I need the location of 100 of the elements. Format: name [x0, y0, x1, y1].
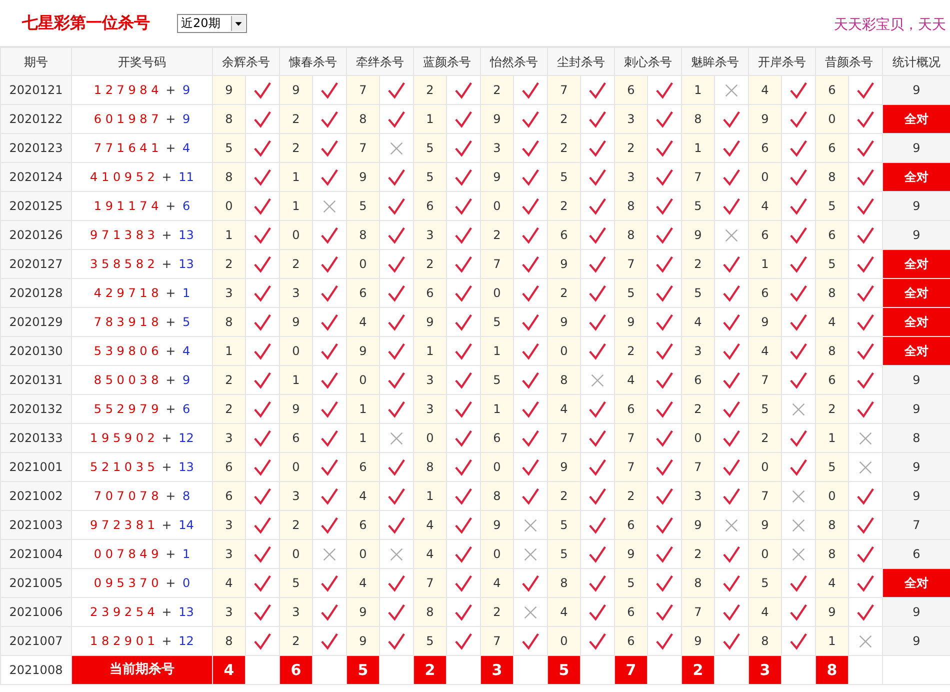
table-cell: 4: [682, 308, 714, 336]
table-cell: 3: [280, 482, 312, 510]
table-cell: 2: [212, 250, 246, 278]
column-header: 余辉杀号: [212, 48, 280, 76]
table-cell: 7: [480, 626, 514, 656]
table-cell: 7: [682, 162, 714, 192]
table-cell: 1: [480, 394, 514, 424]
table-cell: 8: [212, 104, 246, 134]
current-kill-number: 6: [280, 656, 312, 684]
table-cell: 9: [280, 394, 312, 424]
table-cell: 2021002: [0, 482, 72, 510]
table-cell: 8: [548, 366, 580, 394]
table-cell: 6: [614, 510, 648, 540]
table-cell: 9: [882, 482, 950, 510]
column-header: 开奖号码: [72, 48, 212, 76]
table-cell: 5: [346, 192, 380, 220]
all-correct-badge: 全对: [882, 308, 950, 336]
table-cell: 2: [682, 250, 714, 278]
table-cell: 9: [682, 220, 714, 250]
table-cell: 2: [414, 76, 446, 104]
current-kill-number: 5: [346, 656, 380, 684]
current-kill-number: 3: [748, 656, 782, 684]
table-cell: 7: [614, 424, 648, 452]
table-cell: 9: [748, 104, 782, 134]
table-cell: 8: [682, 104, 714, 134]
table-cell: 0: [346, 540, 380, 568]
table-cell: 8: [682, 568, 714, 598]
table-cell: 5: [414, 134, 446, 162]
current-kill-number: 7: [614, 656, 648, 684]
table-cell: 5: [682, 192, 714, 220]
table-cell: 2: [212, 394, 246, 424]
table-cell: 2: [480, 598, 514, 626]
draw-numbers: 5 5 2 9 7 9 + 6: [72, 394, 212, 424]
table-cell: 2020125: [0, 192, 72, 220]
page-title: 七星彩第一位杀号: [22, 12, 151, 34]
draw-numbers: 6 0 1 9 8 7 + 9: [72, 104, 212, 134]
current-kill-number: 5: [548, 656, 580, 684]
table-cell: 5: [480, 366, 514, 394]
table-cell: 8: [548, 568, 580, 598]
draw-numbers: 4 2 9 7 1 8 + 1: [72, 278, 212, 308]
all-correct-badge: 全对: [882, 336, 950, 366]
table-cell: 2: [614, 482, 648, 510]
table-cell: 2: [548, 482, 580, 510]
table-cell: 4: [212, 568, 246, 598]
table-cell: 2021007: [0, 626, 72, 656]
table-cell: 2020129: [0, 308, 72, 336]
table-cell: 9: [548, 452, 580, 482]
current-kill-label: 当前期杀号: [72, 656, 212, 684]
table-cell: 5: [614, 568, 648, 598]
table-cell: 1: [682, 76, 714, 104]
table-cell: 1: [816, 424, 848, 452]
table-cell: 9: [548, 250, 580, 278]
table-cell: 6: [212, 482, 246, 510]
table-cell: 2: [682, 540, 714, 568]
table-cell: 2: [280, 626, 312, 656]
table-cell: 2: [280, 250, 312, 278]
table-cell: 2: [414, 250, 446, 278]
column-header: 慷春杀号: [280, 48, 346, 76]
table-cell: 9: [346, 336, 380, 366]
table-cell: 9: [614, 540, 648, 568]
table-cell: 8: [816, 278, 848, 308]
table-cell: 4: [548, 394, 580, 424]
table-cell: 6: [748, 220, 782, 250]
table-cell: 6: [480, 424, 514, 452]
table-cell: 2020128: [0, 278, 72, 308]
table-cell: 2: [548, 278, 580, 308]
draw-numbers: 1 2 7 9 8 4 + 9: [72, 76, 212, 104]
table-cell: 0: [212, 192, 246, 220]
table-cell: 8: [816, 162, 848, 192]
table-cell: 2020121: [0, 76, 72, 104]
table-cell: 8: [414, 452, 446, 482]
table-cell: 5: [280, 568, 312, 598]
current-kill-number: 2: [682, 656, 714, 684]
table-cell: 8: [480, 482, 514, 510]
current-kill-number: 3: [480, 656, 514, 684]
all-correct-badge: 全对: [882, 278, 950, 308]
table-cell: 5: [682, 278, 714, 308]
table-cell: 8: [212, 626, 246, 656]
table-cell: 2021008: [0, 656, 72, 684]
table-cell: 1: [414, 336, 446, 366]
table-cell: 1: [748, 250, 782, 278]
table-cell: 5: [748, 394, 782, 424]
table-cell: 1: [816, 626, 848, 656]
table-cell: 8: [212, 308, 246, 336]
table-cell: 4: [414, 540, 446, 568]
table-cell: 2020124: [0, 162, 72, 192]
table-cell: 3: [414, 366, 446, 394]
table-cell: 2020130: [0, 336, 72, 366]
table-cell: 9: [480, 510, 514, 540]
table-cell: 0: [280, 452, 312, 482]
table-cell: 6: [748, 134, 782, 162]
table-cell: 6: [882, 540, 950, 568]
period-select[interactable]: 近20期: [177, 14, 247, 32]
table-cell: 4: [748, 192, 782, 220]
draw-numbers: 5 3 9 8 0 6 + 4: [72, 336, 212, 366]
table-cell: 1: [280, 162, 312, 192]
table-cell: 2: [280, 510, 312, 540]
table-cell: 0: [480, 278, 514, 308]
table-cell: 3: [682, 336, 714, 366]
table-cell: 1: [280, 192, 312, 220]
